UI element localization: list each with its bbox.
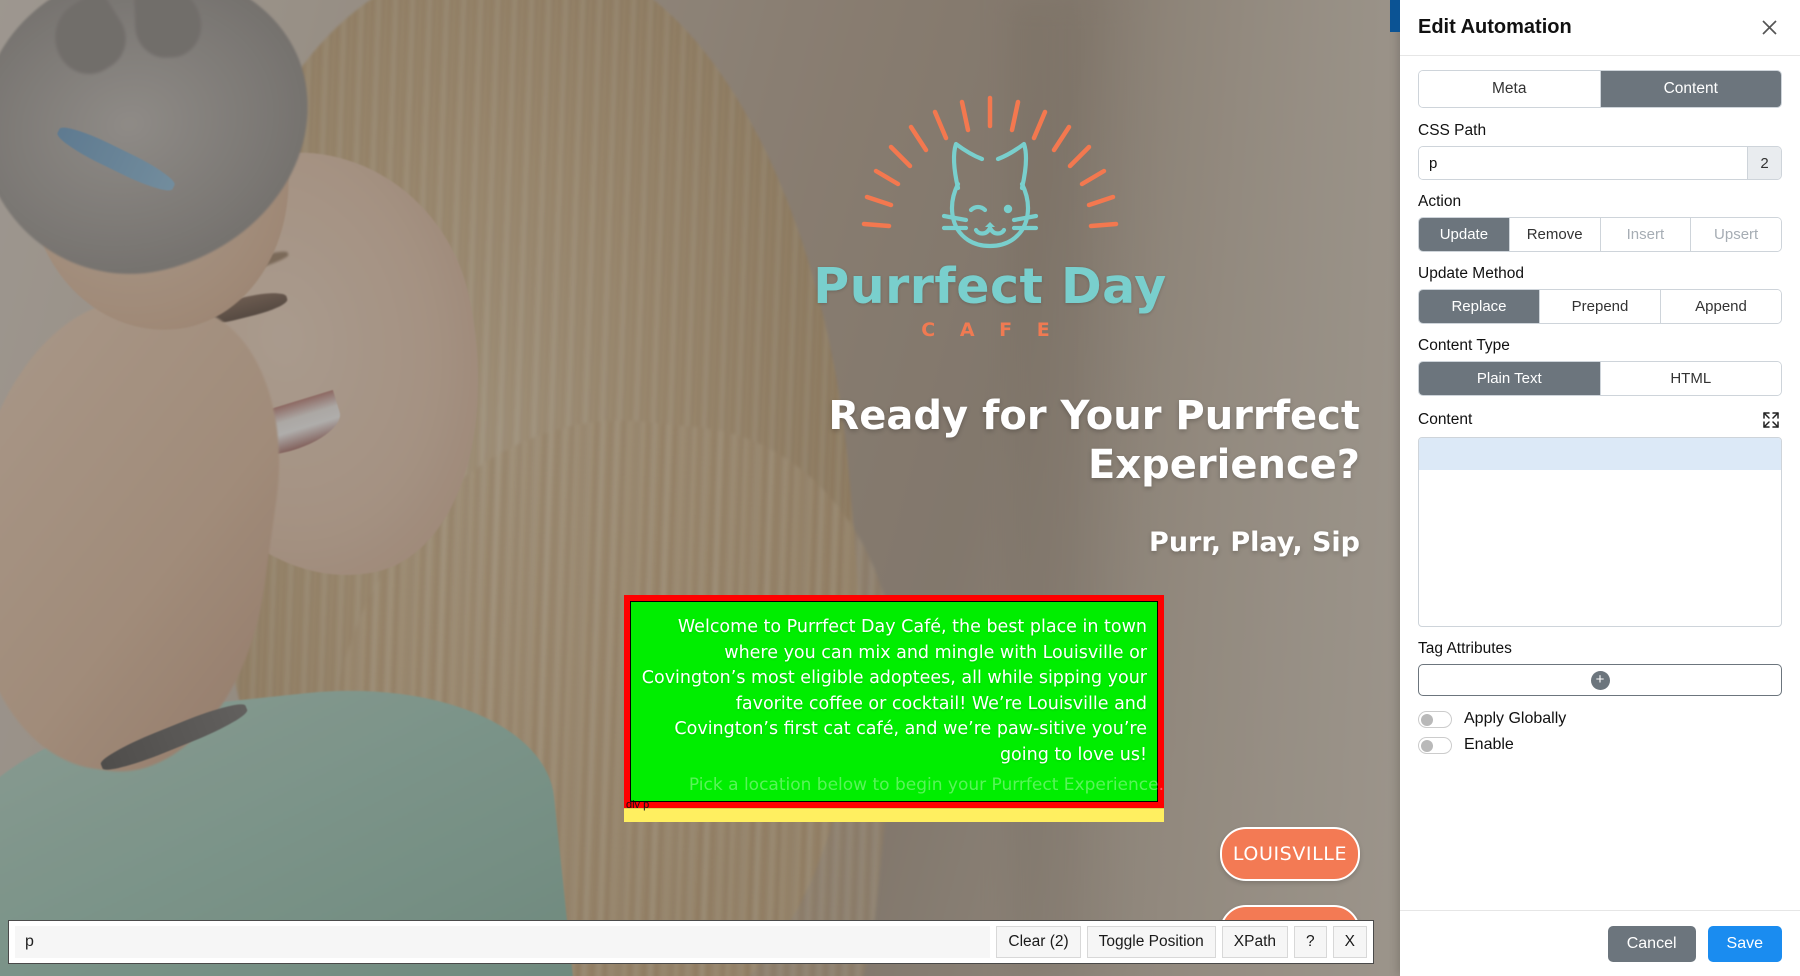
louisville-button[interactable]: LOUISVILLE	[1220, 827, 1360, 881]
tab-content[interactable]: Content	[1600, 71, 1781, 107]
update-method-option-replace[interactable]: Replace	[1419, 290, 1540, 323]
enable-toggle[interactable]	[1418, 736, 1452, 754]
enable-row: Enable	[1418, 736, 1782, 754]
action-label: Action	[1418, 193, 1462, 210]
content-type-option-html[interactable]: HTML	[1600, 362, 1781, 395]
action-option-insert[interactable]: Insert	[1600, 218, 1692, 251]
edit-automation-panel: Edit Automation Meta Content CSS Path p …	[1390, 0, 1800, 976]
apply-globally-label: Apply Globally	[1464, 710, 1567, 727]
selector-input[interactable]	[15, 926, 991, 958]
toggle-position-button[interactable]: Toggle Position	[1086, 926, 1216, 958]
update-method-option-prepend[interactable]: Prepend	[1540, 290, 1661, 323]
content-active-line	[1419, 438, 1781, 470]
expand-icon[interactable]	[1760, 409, 1782, 431]
enable-label: Enable	[1464, 736, 1514, 753]
tab-meta[interactable]: Meta	[1419, 71, 1601, 107]
content-type-segmented-control: Plain Text HTML	[1418, 361, 1782, 396]
css-path-match-count: 2	[1747, 147, 1781, 179]
help-button[interactable]: ?	[1294, 926, 1327, 958]
save-button[interactable]: Save	[1707, 925, 1782, 962]
content-header: Content	[1418, 409, 1782, 431]
action-option-remove[interactable]: Remove	[1509, 218, 1601, 251]
next-paragraph: Pick a location below to begin your Purr…	[688, 775, 1164, 795]
brand-name: Purrfect Day	[813, 258, 1167, 315]
action-option-upsert[interactable]: Upsert	[1691, 218, 1781, 251]
cat-face-sunburst-icon	[840, 92, 1140, 252]
close-icon[interactable]	[1756, 15, 1782, 41]
css-path-label: CSS Path	[1418, 122, 1487, 139]
content-type-option-plain-text[interactable]: Plain Text	[1419, 362, 1601, 395]
update-method-segmented-control: Replace Prepend Append	[1418, 289, 1782, 324]
webpage-viewport: Purrfect Day C A F E Ready for Your Purr…	[0, 0, 1402, 976]
panel-title: Edit Automation	[1418, 16, 1572, 38]
hero-subheading: Purr, Play, Sip	[1149, 527, 1360, 558]
content-textarea[interactable]	[1418, 437, 1782, 627]
cancel-button[interactable]: Cancel	[1607, 925, 1696, 962]
tag-attributes-label: Tag Attributes	[1418, 640, 1512, 657]
content-type-label: Content Type	[1418, 337, 1510, 354]
apply-globally-toggle[interactable]	[1418, 710, 1452, 728]
update-method-option-append[interactable]: Append	[1661, 290, 1781, 323]
xpath-button[interactable]: XPath	[1221, 926, 1289, 958]
selection-tag-bar: div p	[624, 800, 1164, 823]
update-method-label: Update Method	[1418, 265, 1524, 282]
plus-icon: +	[1590, 670, 1610, 690]
action-segmented-control: Update Remove Insert Upsert	[1418, 217, 1782, 252]
hero-heading: Ready for Your Purrfect Experience?	[828, 393, 1360, 488]
close-toolbar-button[interactable]: X	[1332, 926, 1367, 958]
panel-tabs: Meta Content	[1418, 70, 1782, 108]
screen-root: Purrfect Day C A F E Ready for Your Purr…	[0, 0, 1800, 976]
content-label: Content	[1418, 411, 1473, 428]
hero-content: Purrfect Day C A F E Ready for Your Purr…	[624, 0, 1402, 976]
selector-toolbar: Clear (2) Toggle Position XPath ? X	[8, 920, 1374, 964]
action-option-update[interactable]: Update	[1419, 218, 1510, 251]
selected-paragraph-text: Welcome to Purrfect Day Café, the best p…	[641, 617, 1147, 765]
add-tag-attribute-button[interactable]: +	[1418, 664, 1782, 696]
brand-subtitle: C A F E	[921, 319, 1059, 341]
css-path-row: 2	[1418, 146, 1782, 180]
clear-button[interactable]: Clear (2)	[996, 926, 1081, 958]
css-path-input[interactable]	[1419, 147, 1747, 179]
selection-tag-label: div p	[626, 799, 650, 812]
panel-header: Edit Automation	[1400, 0, 1800, 56]
panel-body: Meta Content CSS Path 2 Action Update Re…	[1400, 56, 1800, 910]
brand-logo: Purrfect Day C A F E	[780, 92, 1200, 341]
apply-globally-row: Apply Globally	[1418, 710, 1782, 728]
panel-footer: Cancel Save	[1400, 910, 1800, 976]
